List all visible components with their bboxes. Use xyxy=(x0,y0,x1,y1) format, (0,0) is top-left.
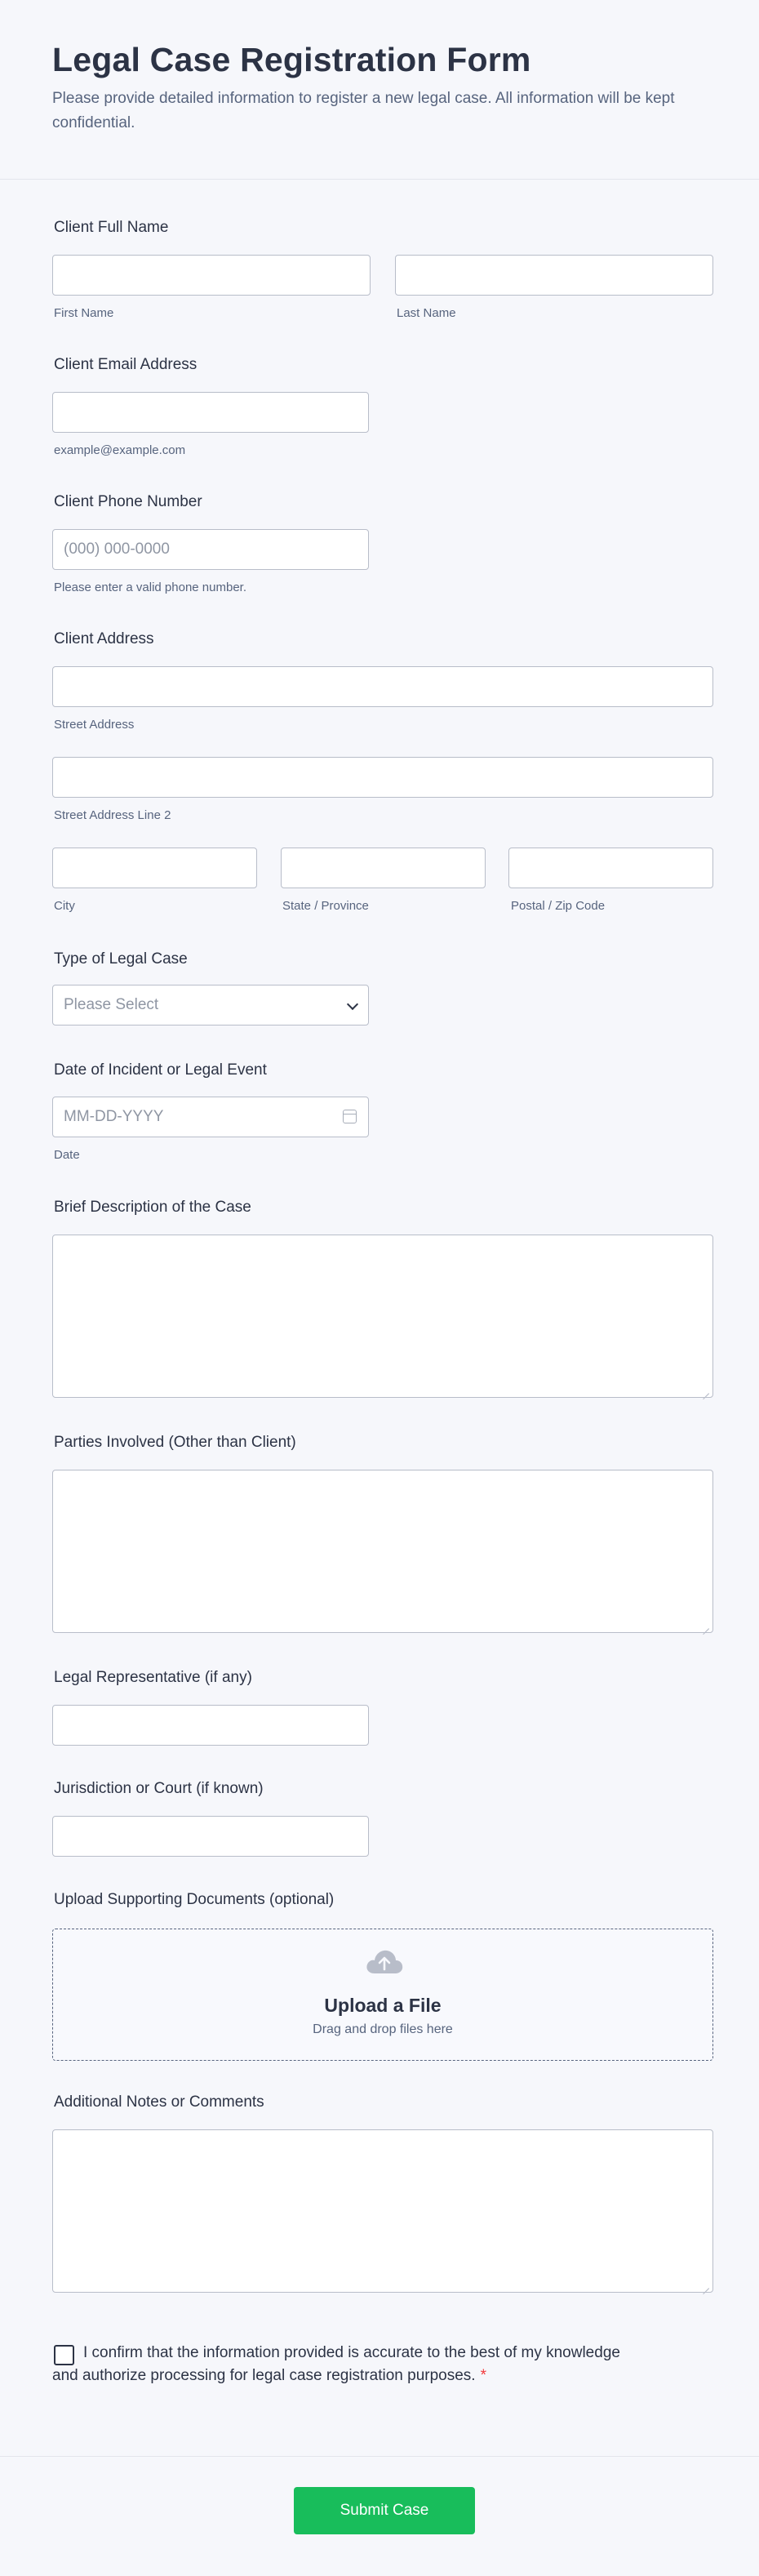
last-name-input[interactable] xyxy=(395,255,713,296)
email-input[interactable] xyxy=(52,392,369,433)
jurisdiction-input[interactable] xyxy=(52,1816,369,1857)
form-header: Legal Case Registration Form Please prov… xyxy=(0,0,759,180)
representative-input[interactable] xyxy=(52,1705,369,1746)
city-sublabel: City xyxy=(54,899,75,913)
cloud-upload-icon xyxy=(366,1950,403,1973)
email-label: Client Email Address xyxy=(54,356,198,373)
representative-label: Legal Representative (if any) xyxy=(54,1669,252,1686)
jurisdiction-label: Jurisdiction or Court (if known) xyxy=(54,1780,264,1797)
phone-input[interactable]: (000) 000-0000 xyxy=(52,529,369,570)
form-subtitle: Please provide detailed information to r… xyxy=(52,90,675,131)
street-address-input[interactable] xyxy=(52,666,713,707)
resize-grip-icon[interactable] xyxy=(703,2282,709,2289)
phone-placeholder: (000) 000-0000 xyxy=(64,541,170,558)
zip-input[interactable] xyxy=(508,848,713,888)
required-mark: * xyxy=(480,2367,486,2384)
email-sublabel: example@example.com xyxy=(54,443,186,457)
parties-textarea[interactable] xyxy=(52,1470,713,1633)
phone-label: Client Phone Number xyxy=(54,493,202,510)
footer-divider xyxy=(0,2456,759,2457)
notes-textarea[interactable] xyxy=(52,2129,713,2293)
case-type-label: Type of Legal Case xyxy=(54,950,188,968)
address-label: Client Address xyxy=(54,630,154,647)
resize-grip-icon[interactable] xyxy=(703,1387,709,1394)
date-sublabel: Date xyxy=(54,1148,80,1162)
phone-sublabel: Please enter a valid phone number. xyxy=(54,581,246,594)
form-title: Legal Case Registration Form xyxy=(52,41,531,78)
street-address-line2-input[interactable] xyxy=(52,757,713,798)
case-type-placeholder: Please Select xyxy=(64,996,159,1013)
submit-button[interactable]: Submit Case xyxy=(294,2487,475,2534)
upload-label: Upload Supporting Documents (optional) xyxy=(54,1891,335,1908)
chevron-down-icon xyxy=(346,998,359,1011)
description-label: Brief Description of the Case xyxy=(54,1199,251,1216)
calendar-icon[interactable] xyxy=(343,1110,357,1123)
confirm-text-block: I confirm that the information provided … xyxy=(52,2342,640,2387)
street-address-line2-sublabel: Street Address Line 2 xyxy=(54,808,171,822)
full-name-label: Client Full Name xyxy=(54,219,169,236)
city-input[interactable] xyxy=(52,848,257,888)
date-placeholder: MM-DD-YYYY xyxy=(64,1108,164,1125)
date-input[interactable]: MM-DD-YYYY xyxy=(52,1097,369,1137)
parties-label: Parties Involved (Other than Client) xyxy=(54,1434,296,1451)
resize-grip-icon[interactable] xyxy=(703,1622,709,1629)
upload-subtitle: Drag and drop files here xyxy=(313,2022,453,2036)
description-textarea[interactable] xyxy=(52,1235,713,1398)
date-label: Date of Incident or Legal Event xyxy=(54,1061,267,1079)
first-name-sublabel: First Name xyxy=(54,306,114,320)
confirm-text: I confirm that the information provided … xyxy=(52,2344,620,2384)
zip-sublabel: Postal / Zip Code xyxy=(511,899,606,913)
form-page: Legal Case Registration Form Please prov… xyxy=(0,0,759,2576)
last-name-sublabel: Last Name xyxy=(397,306,456,320)
file-upload-dropzone[interactable]: Upload a File Drag and drop files here xyxy=(52,1929,713,2061)
case-type-select[interactable]: Please Select xyxy=(52,985,369,1026)
street-address-sublabel: Street Address xyxy=(54,718,135,732)
state-sublabel: State / Province xyxy=(282,899,369,913)
first-name-input[interactable] xyxy=(52,255,371,296)
upload-title: Upload a File xyxy=(324,1995,442,2016)
notes-label: Additional Notes or Comments xyxy=(54,2093,264,2111)
state-input[interactable] xyxy=(281,848,486,888)
